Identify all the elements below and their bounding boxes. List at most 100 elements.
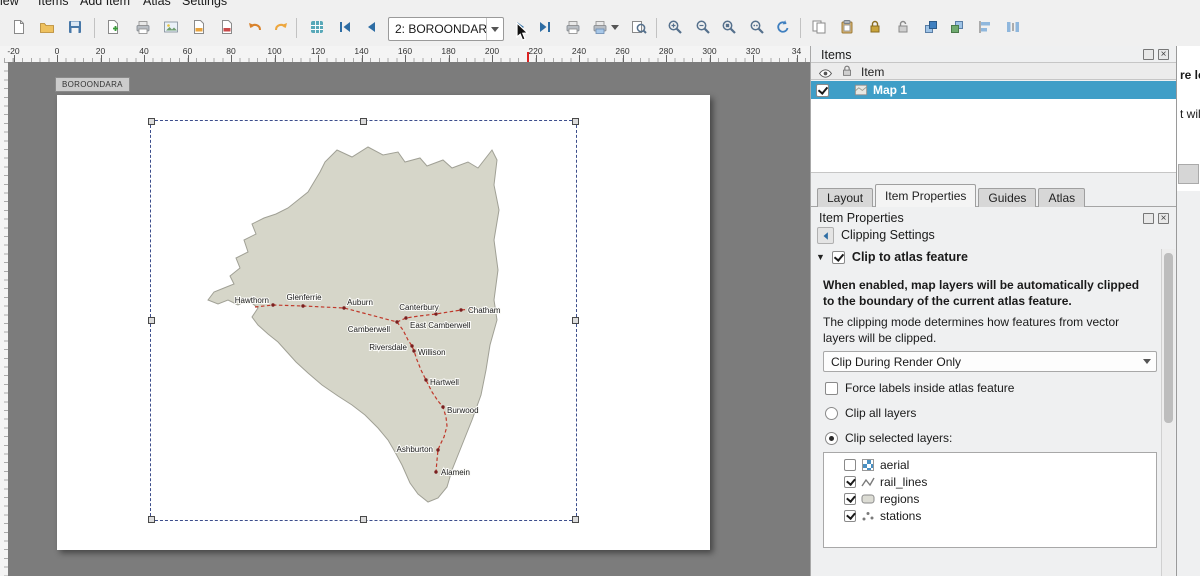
undo-button[interactable] (242, 14, 268, 40)
first-arrow-icon (337, 19, 353, 35)
toolbar-separator (296, 18, 297, 38)
collapse-triangle-icon[interactable]: ▼ (816, 252, 825, 262)
atlas-settings-button[interactable] (304, 14, 330, 40)
toolbar-separator (656, 18, 657, 38)
ruler-label: 80 (216, 46, 246, 56)
menu-items[interactable]: Items (38, 0, 69, 8)
clip-all-radio[interactable] (825, 407, 838, 420)
layer-row-regions[interactable]: regions (824, 490, 1156, 507)
refresh-button[interactable] (770, 14, 796, 40)
layer-row-rail-lines[interactable]: rail_lines (824, 473, 1156, 490)
clipped-fragment-box (1178, 164, 1199, 184)
back-arrow-icon (821, 231, 831, 241)
redo-arrow-icon (273, 19, 289, 35)
clip-all-label: Clip all layers (845, 406, 916, 420)
previous-feature-button[interactable] (358, 14, 384, 40)
clip-mode-combo[interactable]: Clip During Render Only (823, 351, 1157, 372)
export-pdf-button[interactable] (214, 14, 240, 40)
items-list-row-map1[interactable]: Map 1 (811, 81, 1177, 99)
preview-atlas-button[interactable] (626, 14, 652, 40)
unlock-icon (895, 19, 911, 35)
polygon-layer-icon (861, 492, 875, 505)
force-labels-option[interactable]: Force labels inside atlas feature (825, 381, 1014, 395)
distribute-items-button[interactable] (1000, 14, 1026, 40)
clipped-window-fragment: re le t wil (1176, 46, 1200, 576)
scrollbar-thumb[interactable] (1164, 253, 1173, 423)
print-button[interactable] (130, 14, 156, 40)
save-project-button[interactable] (62, 14, 88, 40)
unlock-items-button[interactable] (890, 14, 916, 40)
layer-checkbox[interactable] (844, 459, 856, 471)
clip-mode-combo-value: Clip During Render Only (824, 355, 1138, 369)
force-labels-label: Force labels inside atlas feature (845, 381, 1014, 395)
zoom-full-button[interactable] (716, 14, 742, 40)
float-panel-button[interactable] (1143, 213, 1154, 224)
clip-selected-option[interactable]: Clip selected layers: (825, 431, 952, 445)
menu-add-item[interactable]: Add Item (80, 0, 130, 8)
mouse-cursor (516, 22, 530, 47)
print-atlas-button[interactable] (560, 14, 586, 40)
last-feature-button[interactable] (532, 14, 558, 40)
close-panel-button[interactable]: × (1158, 49, 1169, 60)
lower-items-button[interactable] (944, 14, 970, 40)
menu-atlas[interactable]: Atlas (143, 0, 171, 8)
clip-group-header[interactable]: ▼ Clip to atlas feature (816, 250, 968, 264)
menu-view[interactable]: iew (0, 0, 19, 8)
force-labels-checkbox[interactable] (825, 382, 838, 395)
redo-button[interactable] (268, 14, 294, 40)
close-panel-button[interactable]: × (1158, 213, 1169, 224)
float-panel-button[interactable] (1143, 49, 1154, 60)
export-atlas-button[interactable] (588, 14, 622, 40)
zoom-actual-button[interactable] (744, 14, 770, 40)
selection-handle[interactable] (148, 317, 155, 324)
layer-checkbox[interactable] (844, 493, 856, 505)
last-arrow-icon (537, 19, 553, 35)
item-visibility-checkbox[interactable] (816, 84, 829, 97)
tab-layout[interactable]: Layout (817, 188, 873, 207)
export-svg-button[interactable] (186, 14, 212, 40)
toolbar-separator (800, 18, 801, 38)
export-image-button[interactable] (158, 14, 184, 40)
layer-listbox[interactable]: aerial rail_lines regions stations (823, 452, 1157, 548)
clip-selected-radio[interactable] (825, 432, 838, 445)
copy-items-button[interactable] (806, 14, 832, 40)
selection-handle[interactable] (360, 118, 367, 125)
vertical-scrollbar[interactable] (1161, 249, 1175, 576)
tab-atlas[interactable]: Atlas (1038, 188, 1085, 207)
tab-item-properties[interactable]: Item Properties (875, 184, 976, 207)
layer-checkbox[interactable] (844, 510, 856, 522)
zoom-out-button[interactable] (690, 14, 716, 40)
layer-label: regions (880, 492, 919, 506)
map-item-selection-frame[interactable] (150, 120, 577, 521)
add-pages-button[interactable] (100, 14, 126, 40)
raise-items-button[interactable] (918, 14, 944, 40)
layer-checkbox[interactable] (844, 476, 856, 488)
back-button[interactable] (817, 227, 834, 244)
layer-row-stations[interactable]: stations (824, 507, 1156, 524)
item-column-header: Item (861, 65, 884, 79)
new-layout-button[interactable] (6, 14, 32, 40)
paste-items-button[interactable] (834, 14, 860, 40)
clip-to-atlas-checkbox[interactable] (832, 251, 845, 264)
lock-items-button[interactable] (862, 14, 888, 40)
ruler-label: 60 (173, 46, 203, 56)
items-list[interactable]: Map 1 (811, 81, 1177, 173)
open-template-button[interactable] (34, 14, 60, 40)
selection-handle[interactable] (572, 317, 579, 324)
clip-all-option[interactable]: Clip all layers (825, 406, 916, 420)
zoom-in-button[interactable] (662, 14, 688, 40)
selection-handle[interactable] (148, 118, 155, 125)
dropdown-arrow-icon (611, 25, 619, 30)
ruler-label: 34 (782, 46, 812, 56)
layer-row-aerial[interactable]: aerial (824, 456, 1156, 473)
layer-label: stations (880, 509, 921, 523)
selection-handle[interactable] (572, 516, 579, 523)
first-feature-button[interactable] (332, 14, 358, 40)
atlas-feature-combo[interactable]: 2: BOROONDARA (388, 17, 504, 41)
menu-settings[interactable]: Settings (182, 0, 227, 8)
align-items-button[interactable] (972, 14, 998, 40)
selection-handle[interactable] (360, 516, 367, 523)
selection-handle[interactable] (148, 516, 155, 523)
selection-handle[interactable] (572, 118, 579, 125)
tab-guides[interactable]: Guides (978, 188, 1036, 207)
